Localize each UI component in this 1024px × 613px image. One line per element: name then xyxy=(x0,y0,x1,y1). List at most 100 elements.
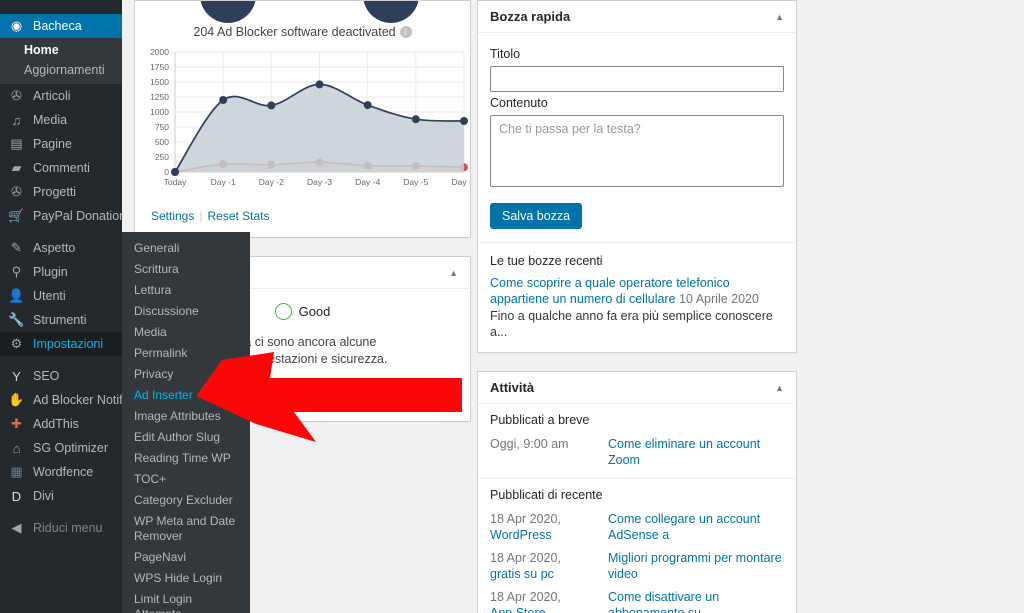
activity-row: 18 Apr 2020, gratis su pc Migliori program… xyxy=(490,550,784,582)
sidebar-item-riduci-menu[interactable]: ◀ Riduci menu xyxy=(0,516,122,540)
sidebar-item-progetti[interactable]: ✇ Progetti xyxy=(0,180,122,204)
siteground-icon: ⌂ xyxy=(12,440,21,456)
activity-widget: Attività ▲ Pubblicati a breve Oggi, 9:00… xyxy=(477,371,797,613)
menu-separator xyxy=(0,356,122,364)
data-point-marker[interactable] xyxy=(315,80,324,89)
site-health-screen-link[interactable]: schermata Site Health xyxy=(264,380,387,394)
settings-flyout-submenu[interactable]: Generali Scrittura Lettura Discussione Media… xyxy=(122,232,250,613)
sh-p2-post: . xyxy=(387,380,391,394)
activity-post-link[interactable]: Migliori programmi per montare video xyxy=(608,550,784,582)
flyout-item-category-excluder[interactable]: Category Excluder xyxy=(122,490,250,511)
media-icon: ♫ xyxy=(11,112,22,128)
activity-category-link[interactable]: gratis su pc xyxy=(490,567,554,581)
info-icon[interactable]: i xyxy=(399,26,412,38)
sidebar-item-label: PayPal Donations xyxy=(33,208,133,223)
sidebar-item-media[interactable]: ♫ Media xyxy=(0,108,122,132)
sidebar-item-addthis[interactable]: ✚ AddThis xyxy=(0,412,122,436)
collapse-chevron-icon[interactable]: ▲ xyxy=(775,12,784,22)
sidebar-item-label: Wordfence xyxy=(33,464,94,479)
flyout-item-permalink[interactable]: Permalink xyxy=(122,343,250,364)
flyout-item-generali[interactable]: Generali xyxy=(122,238,250,259)
data-point-marker[interactable] xyxy=(219,96,228,104)
flyout-item-privacy[interactable]: Privacy xyxy=(122,364,250,385)
quick-draft-title-input[interactable] xyxy=(490,66,784,92)
sidebar-item-seo[interactable]: Y SEO xyxy=(0,364,122,388)
sidebar-item-plugin[interactable]: ⚲ Plugin xyxy=(0,260,122,284)
flyout-item-limit-login-attempts[interactable]: Limit Login Attempts xyxy=(122,589,250,613)
recent-drafts-list: Come scoprire a quale operatore telefoni… xyxy=(490,275,784,340)
flyout-item-scrittura[interactable]: Scrittura xyxy=(122,259,250,280)
activity-row: Oggi, 9:00 am Come eliminare un account Z… xyxy=(490,436,784,468)
activity-recent-block: Pubblicati di recente 18 Apr 2020, WordPr… xyxy=(478,478,796,613)
sidebar-item-divi[interactable]: D Divi xyxy=(0,484,122,508)
activity-category-link[interactable]: App Store xyxy=(490,606,546,613)
data-point-marker[interactable] xyxy=(411,115,420,124)
sidebar-item-wordfence[interactable]: ▦ Wordfence xyxy=(0,460,122,484)
pin-icon: ✇ xyxy=(11,184,22,199)
flyout-item-wps-hide-login[interactable]: WPS Hide Login xyxy=(122,568,250,589)
flyout-item-toc[interactable]: TOC+ xyxy=(122,469,250,490)
sidebar-subitem-aggiornamenti[interactable]: Aggiornamenti xyxy=(0,60,122,80)
sidebar-item-aspetto[interactable]: ✎ Aspetto xyxy=(0,236,122,260)
sidebar-item-label: Divi xyxy=(33,488,54,503)
activity-post-link[interactable]: Come collegare un account AdSense a xyxy=(608,511,784,543)
activity-category-link[interactable]: WordPress xyxy=(490,528,552,542)
data-point-marker[interactable] xyxy=(363,101,372,110)
sidebar-item-ad-blocker-notify[interactable]: ✋ Ad Blocker Notify xyxy=(0,388,128,412)
flyout-item-lettura[interactable]: Lettura xyxy=(122,280,250,301)
settings-link[interactable]: Settings xyxy=(151,209,194,223)
sidebar-item-label: Media xyxy=(33,112,68,127)
quick-draft-content-textarea[interactable] xyxy=(490,115,784,187)
menu-separator xyxy=(0,508,122,516)
save-draft-button[interactable]: Salva bozza xyxy=(490,203,583,229)
data-point-marker[interactable] xyxy=(460,117,468,125)
y-axis-tick-label: 2000 xyxy=(150,47,169,57)
recent-drafts-heading: Le tue bozze recenti xyxy=(478,242,796,268)
sidebar-item-label: Bacheca xyxy=(33,18,82,33)
settings-icon: ⚙ xyxy=(10,336,23,351)
sidebar-item-commenti[interactable]: ▰ Commenti xyxy=(0,156,122,180)
flyout-item-edit-author-slug[interactable]: Edit Author Slug xyxy=(122,427,250,448)
activity-date: Oggi, 9:00 am xyxy=(490,437,569,451)
activity-row: 18 Apr 2020, App Store Come disattivare un… xyxy=(490,589,784,613)
user-icon: 👤 xyxy=(8,288,25,303)
sidebar-item-articoli[interactable]: ✇ Articoli xyxy=(0,84,122,108)
sidebar-item-pagine[interactable]: ▤ Pagine xyxy=(0,132,122,156)
collapse-chevron-icon[interactable]: ▲ xyxy=(775,383,784,393)
menu-separator xyxy=(0,228,122,236)
sidebar-item-label: Ad Blocker Notify xyxy=(33,392,129,407)
sidebar-item-utenti[interactable]: 👤 Utenti xyxy=(0,284,122,308)
flyout-item-image-attributes[interactable]: Image Attributes xyxy=(122,406,250,427)
sidebar-item-paypal-donations[interactable]: 🛒 PayPal Donations xyxy=(0,204,132,228)
activity-date: 18 Apr 2020, xyxy=(490,551,561,565)
flyout-item-ad-inserter[interactable]: Ad Inserter xyxy=(122,385,250,406)
flyout-item-pagenavi[interactable]: PageNavi xyxy=(122,547,250,568)
flyout-item-discussione[interactable]: Discussione xyxy=(122,301,250,322)
chart-action-links: Settings | Reset Stats xyxy=(151,209,270,223)
data-point-marker[interactable] xyxy=(171,168,179,176)
flyout-item-media[interactable]: Media xyxy=(122,322,250,343)
stat-circle-right xyxy=(363,1,419,23)
collapse-chevron-icon[interactable]: ▲ xyxy=(449,268,458,278)
flyout-item-wp-meta-and-date-remover[interactable]: WP Meta and Date Remover xyxy=(122,511,250,547)
sidebar-item-label: SG Optimizer xyxy=(33,440,109,455)
sidebar-subitem-home[interactable]: Home xyxy=(0,40,122,60)
sidebar-item-sg-optimizer[interactable]: ⌂ SG Optimizer xyxy=(0,436,122,460)
quick-draft-title-label: Titolo xyxy=(490,47,521,61)
sidebar-item-impostazioni[interactable]: ⚙ Impostazioni xyxy=(0,332,122,356)
dashboard-body: 204 Ad Blocker software deactivated i 0 25… xyxy=(122,0,1024,613)
sidebar-item-strumenti[interactable]: 🔧 Strumenti xyxy=(0,308,122,332)
sidebar-item-label: Aspetto xyxy=(33,240,76,255)
sidebar-item-label: Riduci menu xyxy=(33,520,103,535)
pages-icon: ▤ xyxy=(10,136,23,151)
activity-post-link[interactable]: Come eliminare un account Zoom xyxy=(608,436,784,468)
quick-draft-header: Bozza rapida ▲ xyxy=(478,1,796,33)
sidebar-item-bacheca[interactable]: ◉ Bacheca xyxy=(0,14,122,38)
x-axis-tick-label: Today xyxy=(164,177,187,187)
activity-upcoming-block: Pubblicati a breve Oggi, 9:00 am Come eli… xyxy=(478,404,796,478)
flyout-item-reading-time-wp[interactable]: Reading Time WP xyxy=(122,448,250,469)
data-point-marker[interactable] xyxy=(267,101,276,110)
activity-post-link[interactable]: Come disattivare un abbonamento su xyxy=(608,589,784,613)
sidebar-item-label: Pagine xyxy=(33,136,72,151)
reset-stats-link[interactable]: Reset Stats xyxy=(207,209,269,223)
